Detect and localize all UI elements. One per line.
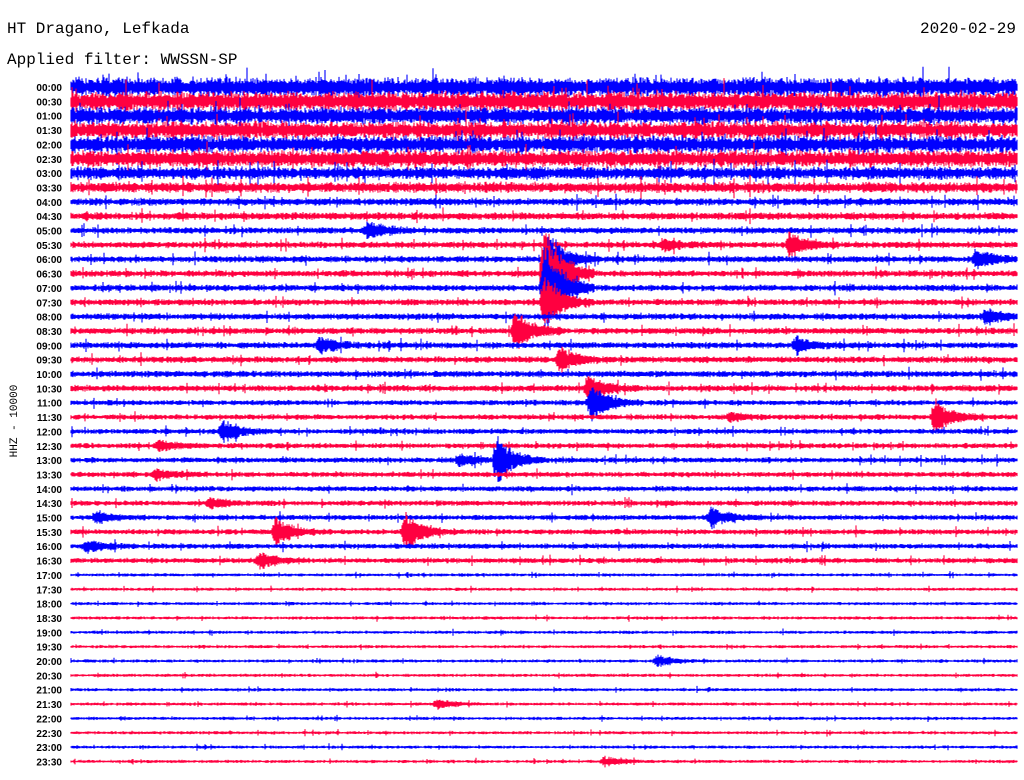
helicorder-plot: 00:00 00:30 01:00 01:30 02:00 02:30 03:00 03:30…	[36, 66, 1018, 768]
row-time-label: 05:00	[36, 227, 62, 238]
row-time-label: 21:00	[36, 686, 62, 697]
seismic-trace-2230	[70, 729, 1018, 737]
seismic-trace-1030	[70, 376, 1018, 401]
seismic-trace-2300	[70, 743, 1018, 751]
row-time-label: 08:30	[36, 327, 62, 338]
seismic-trace-2200	[70, 714, 1018, 722]
seismic-trace-0400	[70, 193, 1018, 211]
row-time-label: 12:30	[36, 442, 62, 453]
row-time-label: 11:30	[37, 413, 62, 424]
row-time-label: 15:30	[36, 528, 62, 539]
row-time-label: 13:00	[36, 456, 62, 467]
seismic-trace-0930	[70, 346, 1018, 373]
seismic-trace-0900	[70, 335, 1018, 356]
row-time-label: 20:30	[36, 671, 62, 682]
row-time-label: 03:00	[36, 169, 62, 180]
row-time-label: 02:30	[36, 155, 62, 166]
row-time-label: 10:00	[36, 370, 62, 381]
row-time-label: 22:30	[36, 729, 62, 740]
seismic-trace-2100	[70, 685, 1018, 693]
seismic-trace-1900	[70, 628, 1018, 636]
row-time-label: 18:30	[36, 614, 62, 625]
row-time-label: 16:30	[36, 557, 62, 568]
seismic-trace-1930	[70, 643, 1018, 651]
row-time-label: 07:30	[36, 298, 62, 309]
row-time-label: 11:00	[37, 399, 62, 410]
seismic-trace-2000	[70, 654, 1018, 667]
row-time-label: 23:30	[36, 757, 62, 768]
seismic-trace-1230	[70, 439, 1018, 452]
row-time-label: 14:00	[36, 485, 62, 496]
row-time-label: 04:00	[36, 198, 62, 209]
seismic-trace-2330	[70, 755, 1018, 768]
row-time-label: 01:00	[36, 112, 62, 123]
row-time-label: 08:00	[36, 313, 62, 324]
seismic-trace-0430	[70, 207, 1018, 225]
row-time-label: 05:30	[36, 241, 62, 252]
row-time-label: 19:00	[36, 628, 62, 639]
row-time-label: 10:30	[36, 384, 62, 395]
seismic-trace-1730	[70, 585, 1018, 593]
row-time-label: 06:00	[36, 255, 62, 266]
seismic-trace-1330	[70, 468, 1018, 482]
row-time-label: 00:30	[36, 97, 62, 108]
row-time-label: 16:00	[36, 542, 62, 553]
seismic-trace-1800	[70, 600, 1018, 607]
seismic-trace-1830	[70, 614, 1018, 622]
row-time-label: 06:30	[36, 270, 62, 281]
seismic-trace-1600	[70, 539, 1018, 554]
row-time-label: 22:00	[36, 714, 62, 725]
seismic-trace-1630	[70, 552, 1018, 570]
row-time-label: 00:00	[36, 83, 62, 94]
row-time-label: 07:00	[36, 284, 62, 295]
seismic-trace-1430	[70, 497, 1018, 510]
row-time-label: 23:00	[36, 743, 62, 754]
row-time-label: 09:30	[36, 356, 62, 367]
row-time-label: 15:00	[36, 514, 62, 525]
row-time-label: 20:00	[36, 657, 62, 668]
seismic-trace-0330	[70, 175, 1018, 200]
row-time-label: 09:00	[36, 341, 62, 352]
row-time-label: 01:30	[36, 126, 62, 137]
seismic-trace-1700	[70, 571, 1018, 579]
row-time-label: 17:30	[36, 585, 62, 596]
row-time-label: 18:00	[36, 600, 62, 611]
seismic-trace-1500	[70, 506, 1018, 530]
row-time-label: 19:30	[36, 643, 62, 654]
seismic-trace-2130	[70, 699, 1018, 710]
seismic-trace-2030	[70, 671, 1018, 679]
row-time-label: 13:30	[36, 470, 62, 481]
row-time-label: 02:00	[36, 140, 62, 151]
row-time-label: 12:00	[36, 427, 62, 438]
row-time-label: 03:30	[36, 183, 62, 194]
row-time-label: 17:00	[36, 571, 62, 582]
row-time-label: 04:30	[36, 212, 62, 223]
seismic-trace-1400	[70, 483, 1018, 496]
seismic-trace-1000	[70, 366, 1018, 381]
row-time-label: 21:30	[36, 700, 62, 711]
seismic-trace-1200	[70, 420, 1018, 443]
row-time-label: 14:30	[36, 499, 62, 510]
